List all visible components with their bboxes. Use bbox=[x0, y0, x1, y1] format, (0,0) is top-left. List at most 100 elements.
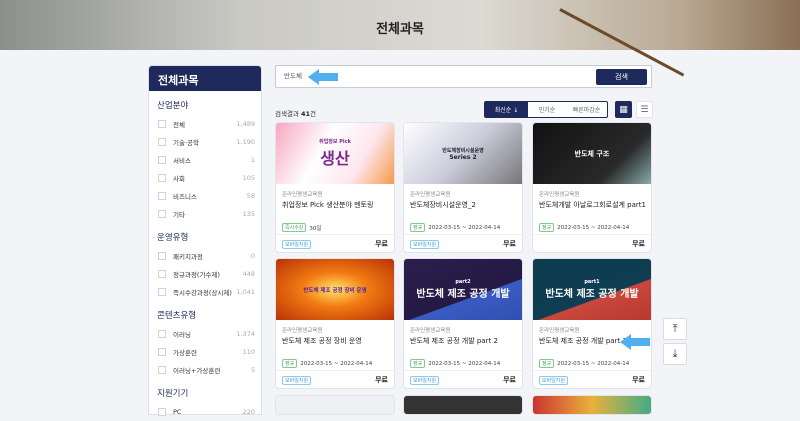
filter-option[interactable]: 서비스 1 bbox=[149, 151, 261, 169]
result-count: 검색결과 41건 bbox=[275, 108, 316, 118]
course-thumbnail[interactable]: 취업정보 Pick 생산 bbox=[276, 123, 394, 184]
course-price: 무료 bbox=[632, 240, 645, 248]
filter-option[interactable]: 이러닝 1,374 bbox=[149, 325, 261, 343]
search-button[interactable]: 검색 bbox=[596, 69, 647, 85]
thumbnail-subtitle: 반도체장비시설운영 bbox=[442, 147, 484, 154]
checkbox[interactable] bbox=[158, 408, 166, 416]
course-type-badge: 정규 bbox=[539, 223, 555, 232]
course-period: 2022-03-15 ~ 2022-04-14 bbox=[557, 360, 630, 367]
filter-option[interactable]: 즉시수강과정(상시제) 1,041 bbox=[149, 283, 261, 301]
filter-option[interactable]: 이러닝+가상훈련 5 bbox=[149, 361, 261, 379]
course-thumbnail[interactable]: 반도체장비시설운영 Series 2 bbox=[404, 123, 522, 184]
result-suffix: 건 bbox=[310, 110, 317, 118]
course-title[interactable]: 반도체 제조 공정 개발 part 2 bbox=[410, 336, 516, 346]
filter-count: 0 bbox=[250, 252, 255, 260]
course-thumbnail[interactable]: 반도체 구조 bbox=[533, 123, 651, 184]
course-type-badge: 정규 bbox=[410, 359, 426, 368]
checkbox[interactable] bbox=[158, 252, 166, 260]
course-title[interactable]: 취업정보 Pick 생산분야 멘토링 bbox=[282, 200, 388, 210]
checkbox[interactable] bbox=[158, 174, 166, 182]
filter-label: 기술·공학 bbox=[173, 139, 199, 147]
filter-label: 즉시수강과정(상시제) bbox=[173, 289, 232, 297]
course-title[interactable]: 반도체 제조 공정 장비 운영 bbox=[282, 336, 388, 346]
result-label: 검색결과 bbox=[275, 110, 301, 118]
filter-option[interactable]: 전체 1,489 bbox=[149, 115, 261, 133]
course-period: 2022-03-15 ~ 2022-04-14 bbox=[300, 360, 373, 367]
filter-option[interactable]: 패키지과정 0 bbox=[149, 247, 261, 265]
checkbox[interactable] bbox=[158, 156, 166, 164]
filter-group-title: 지원기기 bbox=[157, 389, 189, 399]
filter-count: 135 bbox=[242, 210, 255, 218]
checkbox[interactable] bbox=[158, 330, 166, 338]
list-view-button[interactable]: ☰ bbox=[636, 101, 653, 118]
filter-option[interactable]: 사회 105 bbox=[149, 169, 261, 187]
mobile-support-badge: 모바일지원 bbox=[410, 239, 440, 249]
grid-view-button[interactable]: ▦ bbox=[615, 101, 632, 118]
filter-option[interactable]: 정규과정(기수제) 448 bbox=[149, 265, 261, 283]
sidebar-title: 전체과목 bbox=[149, 66, 261, 91]
filter-count: 1,489 bbox=[236, 120, 255, 128]
filter-option[interactable]: 가상훈련 110 bbox=[149, 343, 261, 361]
mobile-support-badge: 모바일지원 bbox=[410, 375, 440, 385]
arrow-up-icon: ⤒ bbox=[672, 322, 678, 335]
course-title[interactable]: 반도체개발 아날로그회로설계 part1 bbox=[539, 200, 646, 210]
filter-label: PC bbox=[173, 408, 182, 416]
scroll-top-button[interactable]: ⤒ bbox=[663, 318, 687, 340]
scroll-down-button[interactable]: ⤓ bbox=[663, 343, 687, 365]
course-price: 무료 bbox=[503, 240, 516, 248]
checkbox[interactable] bbox=[158, 210, 166, 218]
mobile-support-badge: 모바일지원 bbox=[539, 375, 569, 385]
course-card[interactable]: 반도체 구조 온라인평생교육원 반도체개발 아날로그회로설계 part1 정규 2… bbox=[532, 122, 652, 253]
checkbox[interactable] bbox=[158, 120, 166, 128]
filter-option[interactable]: 비즈니스 58 bbox=[149, 187, 261, 205]
course-period: 2022-03-15 ~ 2022-04-14 bbox=[428, 360, 501, 367]
course-type-badge: 즉시수강 bbox=[282, 223, 307, 232]
filter-count: 1,190 bbox=[236, 138, 255, 146]
sort-latest[interactable]: 최신순 ↓ bbox=[485, 102, 528, 117]
search-bar: 검색 bbox=[275, 65, 652, 88]
thumbnail-subtitle: 취업정보 Pick bbox=[319, 139, 351, 145]
arrow-down-icon: ⤓ bbox=[672, 347, 678, 360]
course-card[interactable]: part1 반도체 제조 공정 개발 온라인평생교육원 반도체 제조 공정 개발 … bbox=[532, 258, 652, 389]
course-card[interactable] bbox=[403, 395, 523, 415]
arrow-pointer-icon bbox=[620, 334, 650, 350]
filter-label: 이러닝+가상훈련 bbox=[173, 367, 221, 375]
page-banner: 전체과목 bbox=[0, 0, 800, 77]
course-thumbnail[interactable]: part1 반도체 제조 공정 개발 bbox=[533, 259, 651, 320]
filter-option[interactable]: PC 220 bbox=[149, 403, 261, 421]
course-thumbnail[interactable]: part2 반도체 제조 공정 개발 bbox=[404, 259, 522, 320]
course-card[interactable]: 반도체장비시설운영 Series 2 온라인평생교육원 반도체장비시설운영_2 정… bbox=[403, 122, 523, 253]
sort-popular[interactable]: 인기순 bbox=[528, 102, 566, 117]
filter-count: 110 bbox=[242, 348, 255, 356]
course-card[interactable]: 반도체 제조 공정 장비 운영 온라인평생교육원 반도체 제조 공정 장비 운영… bbox=[275, 258, 395, 389]
filter-group-title: 산업분야 bbox=[157, 101, 189, 111]
course-type-badge: 정규 bbox=[539, 359, 555, 368]
course-org: 온라인평생교육원 bbox=[539, 328, 580, 334]
course-card[interactable]: part2 반도체 제조 공정 개발 온라인평생교육원 반도체 제조 공정 개발 … bbox=[403, 258, 523, 389]
filter-option[interactable]: 기타 135 bbox=[149, 205, 261, 223]
filter-count: 448 bbox=[242, 270, 255, 278]
course-type-badge: 정규 bbox=[282, 359, 298, 368]
checkbox[interactable] bbox=[158, 138, 166, 146]
course-period: 2022-03-15 ~ 2022-04-14 bbox=[428, 224, 501, 231]
checkbox[interactable] bbox=[158, 270, 166, 278]
filter-option[interactable]: 기술·공학 1,190 bbox=[149, 133, 261, 151]
course-card[interactable] bbox=[275, 395, 395, 415]
checkbox[interactable] bbox=[158, 366, 166, 374]
course-card[interactable]: 취업정보 Pick 생산 온라인평생교육원 취업정보 Pick 생산분야 멘토링 … bbox=[275, 122, 395, 253]
checkbox[interactable] bbox=[158, 192, 166, 200]
checkbox[interactable] bbox=[158, 348, 166, 356]
grid-icon: ▦ bbox=[619, 104, 628, 115]
filter-count: 1 bbox=[250, 156, 255, 164]
sort-deadline[interactable]: 빠른마감순 bbox=[566, 102, 607, 117]
course-price: 무료 bbox=[375, 376, 388, 384]
filter-label: 가상훈련 bbox=[173, 349, 197, 357]
thumbnail-title: 반도체 제조 공정 개발 bbox=[545, 289, 639, 300]
course-title[interactable]: 반도체장비시설운영_2 bbox=[410, 200, 516, 210]
sort-tabs: 최신순 ↓ 인기순 빠른마감순 bbox=[484, 101, 608, 118]
course-thumbnail[interactable]: 반도체 제조 공정 장비 운영 bbox=[276, 259, 394, 320]
course-card[interactable] bbox=[532, 395, 652, 415]
thumbnail-title: 반도체 구조 bbox=[574, 149, 610, 158]
checkbox[interactable] bbox=[158, 288, 166, 296]
arrow-pointer-icon bbox=[308, 69, 338, 85]
